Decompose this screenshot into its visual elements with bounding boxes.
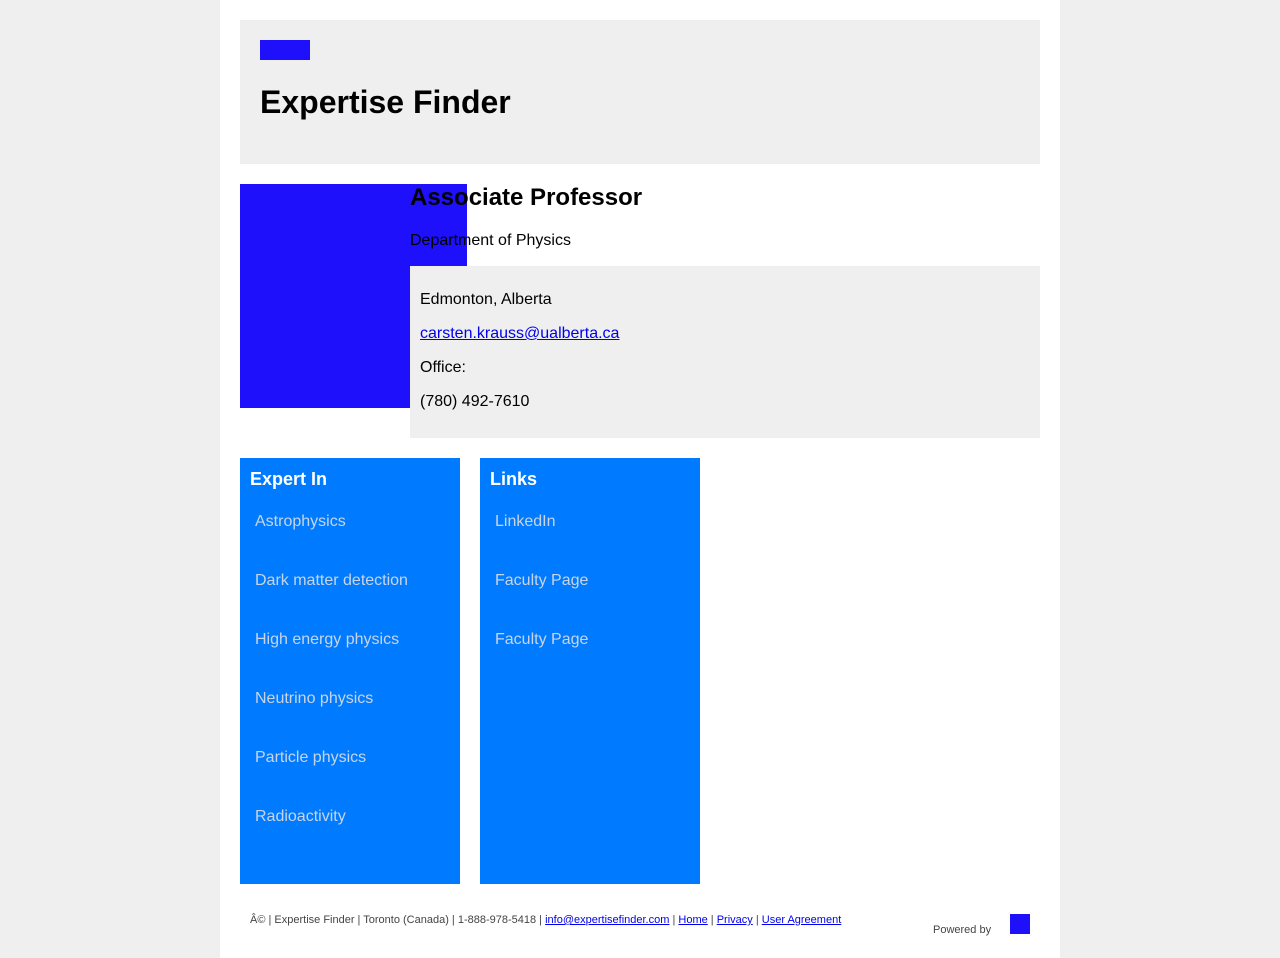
footer-home-link[interactable]: Home (678, 914, 707, 926)
expertise-item[interactable]: Dark matter detection (255, 571, 408, 591)
footer-copyright: Â© | Expertise Finder | Toronto (Canada)… (250, 914, 546, 926)
powered-by-logo-icon[interactable] (1010, 914, 1030, 934)
expertise-item[interactable]: Radioactivity (255, 807, 346, 827)
footer-separator: | (752, 914, 762, 926)
link-linkedin[interactable]: LinkedIn (495, 512, 556, 532)
site-header: Expertise Finder (240, 20, 1040, 164)
expert-in-heading: Expert In (250, 469, 328, 489)
site-logo-icon[interactable] (260, 40, 310, 60)
footer-agreement-link[interactable]: User Agreement (762, 914, 841, 926)
footer-privacy-link[interactable]: Privacy (717, 914, 753, 926)
link-faculty-page[interactable]: Faculty Page (495, 630, 588, 650)
footer-email-link[interactable]: info@expertisefinder.com (545, 914, 669, 926)
department: Department of Physics (410, 232, 571, 249)
powered-by-label: Powered by (933, 924, 992, 936)
contact-box: Edmonton, Alberta carsten.krauss@ualbert… (410, 266, 1040, 438)
link-faculty-page[interactable]: Faculty Page (495, 571, 588, 591)
links-heading: Links (490, 469, 538, 489)
job-title: Associate Professor (410, 184, 643, 211)
email-link[interactable]: carsten.krauss@ualberta.ca (420, 325, 619, 342)
expert-in-panel: Expert In Astrophysics Dark matter detec… (240, 458, 460, 884)
expertise-item[interactable]: High energy physics (255, 630, 399, 650)
office-label: Office: (420, 359, 466, 376)
footer: Â© | Expertise Finder | Toronto (Canada)… (250, 913, 841, 927)
page-container: Expertise Finder Associate Professor Dep… (220, 0, 1060, 958)
footer-separator: | (707, 914, 717, 926)
expertise-item[interactable]: Astrophysics (255, 512, 346, 532)
expertise-item[interactable]: Neutrino physics (255, 689, 373, 709)
links-panel: Links LinkedIn Faculty Page Faculty Page (480, 458, 700, 884)
site-title: Expertise Finder (260, 84, 511, 120)
location: Edmonton, Alberta (420, 291, 552, 308)
expertise-item[interactable]: Particle physics (255, 748, 366, 768)
phone: (780) 492-7610 (420, 393, 530, 410)
email-row: carsten.krauss@ualberta.ca (420, 324, 619, 344)
